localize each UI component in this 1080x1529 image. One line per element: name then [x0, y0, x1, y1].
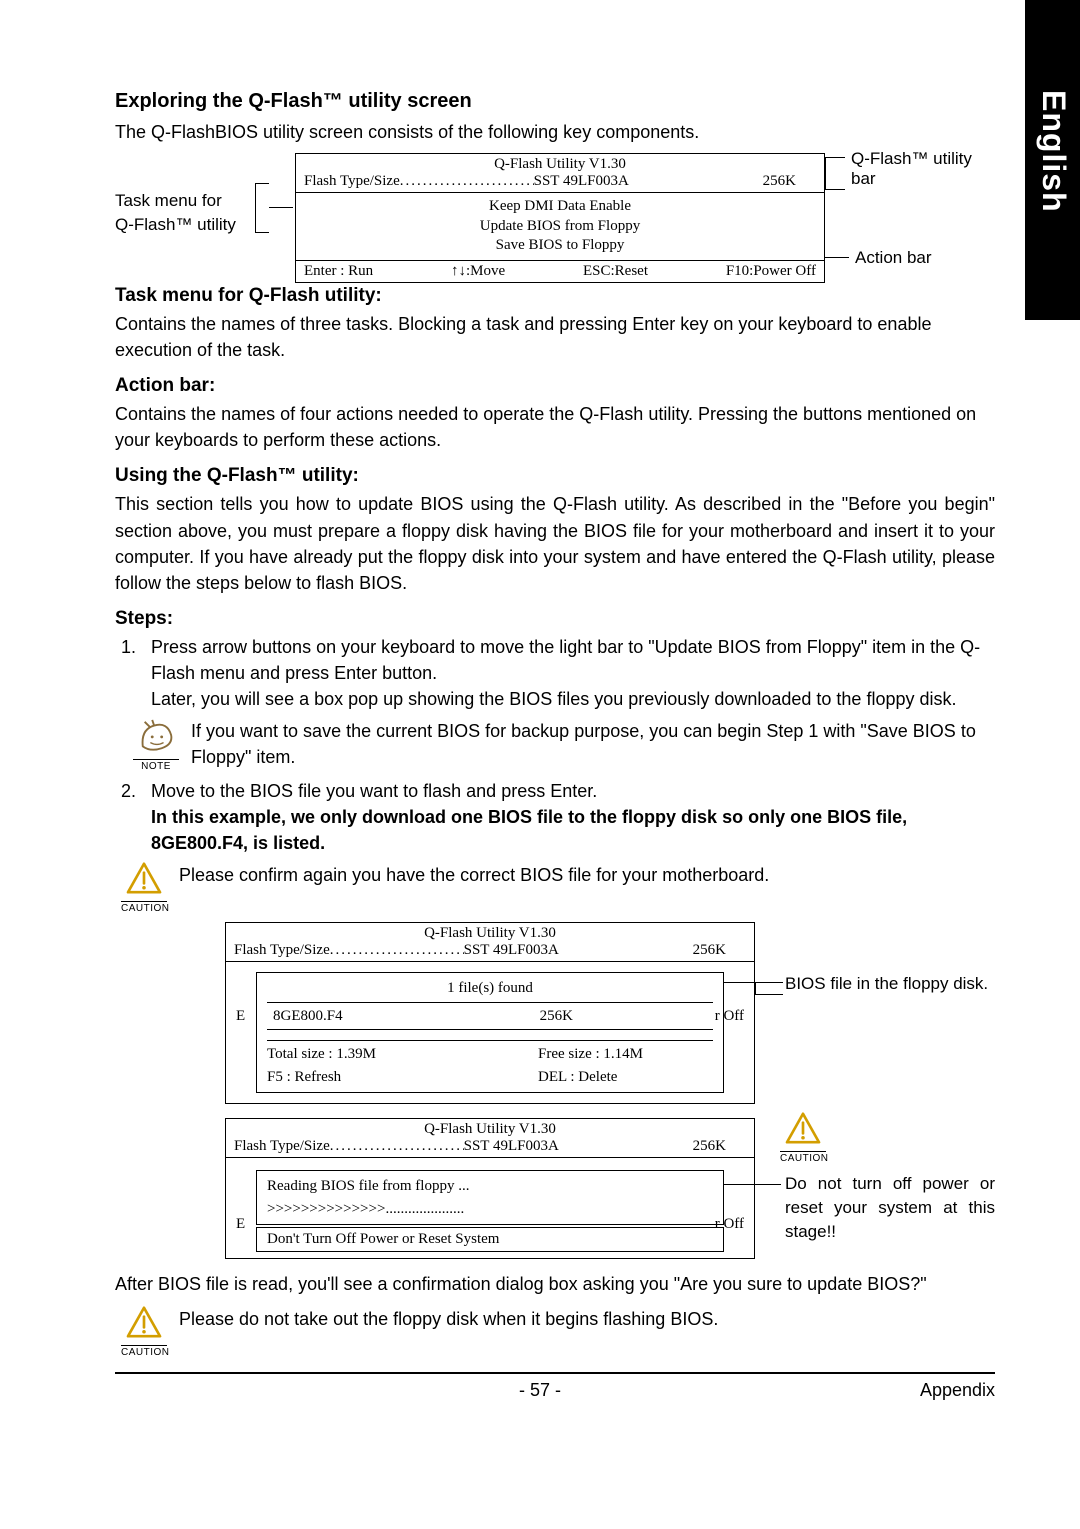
d2-free: Free size : 1.14M	[538, 1046, 643, 1062]
p-task-menu: Contains the names of three tasks. Block…	[115, 311, 995, 363]
caution-word-side: CAUTION	[780, 1151, 826, 1164]
label-utility-bar: Q-Flash™ utility bar	[851, 149, 995, 189]
d3-warn: Don't Turn Off Power or Reset System	[256, 1227, 724, 1252]
utility-diagram-1: Task menu for Q-Flash™ utility Q-Flash U…	[115, 153, 995, 273]
caution-icon: CAUTION	[121, 862, 167, 914]
menu-update-bios: Update BIOS from Floppy	[304, 217, 816, 237]
foot-esc: ESC:Reset	[583, 263, 648, 280]
label-task-menu-1: Task menu for	[115, 191, 222, 210]
step-1: Press arrow buttons on your keyboard to …	[141, 634, 995, 712]
step-2-text-a: Move to the BIOS file you want to flash …	[151, 781, 597, 801]
d2-annotation: BIOS file in the floppy disk.	[785, 972, 1005, 996]
d2-total: Total size : 1.39M	[267, 1046, 376, 1062]
utility-diagram-3: Q-Flash Utility V1.30 Flash Type/Size ..…	[225, 1118, 995, 1259]
d3-dots: .....................	[385, 1201, 464, 1217]
d3-title: Q-Flash Utility V1.30	[424, 1121, 556, 1137]
d2-flash-label: Flash Type/Size	[234, 942, 330, 959]
label-task-menu-2: Q-Flash™ utility	[115, 215, 236, 234]
note-icon: NOTE	[133, 718, 179, 772]
step-2-text-b: In this example, we only download one BI…	[151, 807, 907, 853]
d2-refresh: F5 : Refresh	[267, 1069, 341, 1085]
flash-size: 256K	[763, 173, 816, 190]
step-1-text-a: Press arrow buttons on your keyboard to …	[151, 637, 980, 683]
flash-label: Flash Type/Size	[304, 173, 400, 190]
note-1-text: If you want to save the current BIOS for…	[191, 718, 995, 770]
appendix-label: Appendix	[920, 1380, 995, 1401]
d3-left-e: E	[236, 1216, 245, 1233]
caution-icon-2: CAUTION	[121, 1306, 167, 1358]
utility-window: Q-Flash Utility V1.30 Flash Type/Size ..…	[295, 153, 825, 283]
foot-enter: Enter : Run	[304, 263, 373, 280]
intro-text: The Q-FlashBIOS utility screen consists …	[115, 119, 995, 145]
caution-1-text: Please confirm again you have the correc…	[179, 862, 769, 888]
caution-2-text: Please do not take out the floppy disk w…	[179, 1306, 718, 1332]
d3-flash-value: SST 49LF003A	[464, 1138, 559, 1155]
d2-file-size: 256K	[540, 1005, 573, 1028]
caution-word-2: CAUTION	[121, 1345, 167, 1358]
d2-title: Q-Flash Utility V1.30	[424, 925, 556, 941]
after-read-text: After BIOS file is read, you'll see a co…	[115, 1271, 995, 1297]
h2-using: Using the Q-Flash™ utility:	[115, 465, 995, 487]
step-1-text-b: Later, you will see a box pop up showing…	[151, 689, 956, 709]
d2-left-e: E	[236, 1008, 245, 1025]
util-title: Q-Flash Utility V1.30	[494, 156, 626, 172]
menu-save-bios: Save BIOS to Floppy	[304, 236, 816, 256]
page-footer: - 57 - Appendix	[115, 1372, 995, 1401]
caution-icon-side: CAUTION	[780, 1112, 826, 1164]
flash-value: SST 49LF003A	[534, 173, 629, 190]
label-action-bar: Action bar	[855, 248, 932, 268]
d3-flash-size: 256K	[693, 1138, 746, 1155]
caution-word-1: CAUTION	[121, 901, 167, 914]
d3-annotation: Do not turn off power or reset your syst…	[785, 1172, 995, 1243]
utility-diagram-2: Q-Flash Utility V1.30 Flash Type/Size ..…	[225, 922, 995, 1104]
h2-steps: Steps:	[115, 608, 995, 630]
d2-del: DEL : Delete	[538, 1069, 617, 1085]
p-action-bar: Contains the names of four actions neede…	[115, 401, 995, 453]
d3-reading: Reading BIOS file from floppy ...	[267, 1175, 713, 1198]
d3-chevrons: >>>>>>>>>>>>>>	[267, 1201, 385, 1217]
section-heading: Exploring the Q-Flash™ utility screen	[115, 90, 995, 113]
p-using: This section tells you how to update BIO…	[115, 491, 995, 595]
foot-move: ↑↓:Move	[451, 263, 505, 280]
d2-files-found: 1 file(s) found	[267, 977, 713, 1000]
foot-f10: F10:Power Off	[726, 263, 816, 280]
d2-flash-value: SST 49LF003A	[464, 942, 559, 959]
h2-task-menu: Task menu for Q-Flash utility:	[115, 285, 995, 307]
utility-titlebar: Q-Flash Utility V1.30 Flash Type/Size ..…	[296, 154, 824, 193]
h2-action-bar: Action bar:	[115, 375, 995, 397]
d2-file-name: 8GE800.F4	[273, 1005, 343, 1028]
step-2: Move to the BIOS file you want to flash …	[141, 778, 995, 856]
page-number: - 57 -	[519, 1380, 561, 1401]
d3-flash-label: Flash Type/Size	[234, 1138, 330, 1155]
note-word: NOTE	[133, 759, 179, 772]
menu-keep-dmi: Keep DMI Data Enable	[304, 197, 816, 217]
d2-flash-size: 256K	[693, 942, 746, 959]
